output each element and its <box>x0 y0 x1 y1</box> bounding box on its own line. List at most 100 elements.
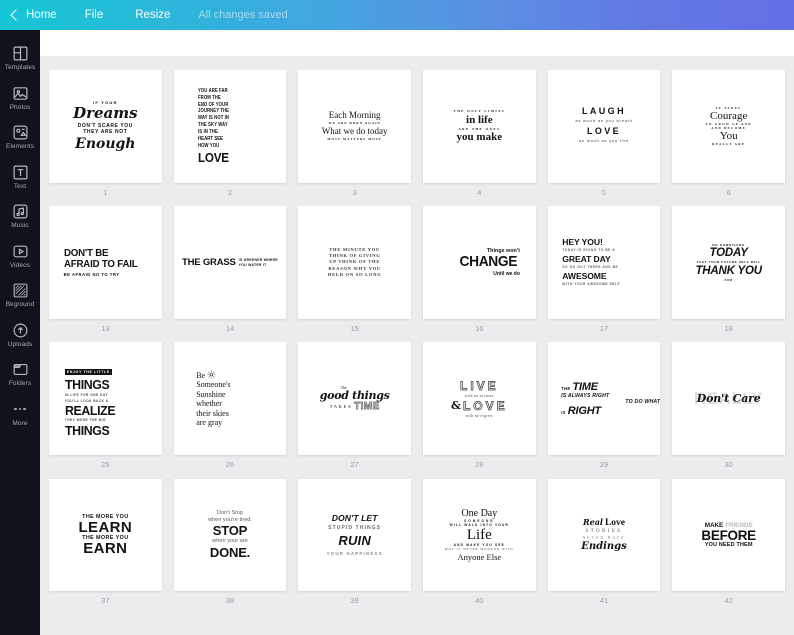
sidebar-item-elements[interactable]: Elements <box>0 117 40 157</box>
template-card[interactable]: The good things TAKES TIME <box>298 342 411 455</box>
list-item[interactable]: IF YOUR Dreams DON'T SCARE YOU THEY ARE … <box>49 70 162 206</box>
template-card[interactable]: HEY YOU! TODAY IS GOING TO BE A GREAT DA… <box>547 206 661 319</box>
list-item[interactable]: HEY YOU! TODAY IS GOING TO BE A GREAT DA… <box>547 206 661 342</box>
list-item[interactable]: REALLY Don't Care 30 <box>672 342 785 478</box>
quote-line: HEART SEE <box>198 135 224 142</box>
template-card[interactable]: Don't Stop when you're tired, STOP when … <box>173 478 287 592</box>
canva-editor-window: Home File Resize All changes saved Templ… <box>0 0 794 635</box>
template-card[interactable]: LIVE with no excuses & LOVE with no regr… <box>422 342 536 456</box>
template-number: 38 <box>225 596 235 606</box>
quote-line: HELD ON SO LONG <box>327 271 382 277</box>
sidebar-label: Music <box>11 222 29 229</box>
list-item[interactable]: THE MORE YOU LEARN THE MORE YOU EARN 37 <box>49 478 162 615</box>
quote-line: RUIN <box>338 533 371 549</box>
quote-line: One Day <box>461 507 498 519</box>
template-gallery[interactable]: IF YOUR Dreams DON'T SCARE YOU THEY ARE … <box>40 56 794 635</box>
list-item[interactable]: LIVE with no excuses & LOVE with no regr… <box>422 342 536 478</box>
sidebar-item-templates[interactable]: Templates <box>0 38 40 78</box>
file-menu-button[interactable]: File <box>69 9 120 21</box>
list-item[interactable]: THE MINUTE YOU THINK OF GIVING UP THINK … <box>298 206 411 342</box>
quote-line: NEVER HAVE <box>582 535 626 541</box>
sidebar-item-videos[interactable]: Videos <box>0 236 40 276</box>
list-item[interactable]: One Day SOMEONE WILL WALK INTO YOUR Life… <box>422 478 536 615</box>
list-item[interactable]: The good things TAKES TIME 27 <box>298 342 411 478</box>
template-card[interactable]: Be Someone's Sunshine whether their skie… <box>173 342 287 456</box>
template-number: 14 <box>225 323 235 333</box>
quote-line: LIVE <box>459 378 499 393</box>
template-card[interactable]: REALLY Don't Care <box>672 342 785 455</box>
quote-line: as much as you live <box>578 138 630 144</box>
chevron-left-icon <box>10 9 22 21</box>
template-grid: IF YOUR Dreams DON'T SCARE YOU THEY ARE … <box>40 70 794 615</box>
template-card[interactable]: One Day SOMEONE WILL WALK INTO YOUR Life… <box>422 478 536 592</box>
sidebar-label: Uploads <box>7 340 33 348</box>
quote-line: You <box>719 130 738 143</box>
quote-line: MOST MATTERS MOST <box>327 137 382 142</box>
template-card[interactable]: DO SOMETHING TODAY THAT YOUR FUTURE SELF… <box>672 206 785 319</box>
list-item[interactable]: MAKE FRIENDS BEFORE YOU NEED THEM 42 <box>672 478 785 615</box>
home-button[interactable]: Home <box>10 9 69 21</box>
template-card[interactable]: Real Love STORIES NEVER HAVE Endings <box>547 478 661 592</box>
quote-line: TAKES <box>329 403 353 409</box>
list-item[interactable]: LAUGH as much as you breath LOVE as much… <box>547 70 661 206</box>
template-card[interactable]: Things won't CHANGE Until we do <box>422 206 536 319</box>
template-card[interactable]: DON'T BE AFRAID TO FAIL BE AFRAID NO TO … <box>49 206 162 319</box>
quote-line: whether <box>196 399 222 409</box>
template-number: 17 <box>599 323 609 333</box>
sidebar-label: Templates <box>4 64 36 71</box>
quote-line: THINGS <box>64 422 110 438</box>
list-item[interactable]: Things won't CHANGE Until we do 16 <box>422 206 536 342</box>
list-item[interactable]: DON'T BE AFRAID TO FAIL BE AFRAID NO TO … <box>49 206 162 342</box>
template-card[interactable]: ENJOY THE LITTLE THINGS IN LIFE FOR ONE … <box>49 342 162 455</box>
sidebar-item-background[interactable]: Bkground <box>0 275 40 315</box>
quote-line: REALLY ARE <box>712 142 746 147</box>
template-card[interactable]: YOU ARE FAR FROM THE END OF YOUR JOURNEY… <box>173 70 287 183</box>
sidebar-label: Photos <box>9 103 31 111</box>
template-card[interactable]: MAKE FRIENDS BEFORE YOU NEED THEM <box>672 478 785 592</box>
template-card[interactable]: THE MORE YOU LEARN THE MORE YOU EARN <box>49 478 162 592</box>
template-card[interactable]: IT TAKES Courage TO GROW UP AND AND BECO… <box>672 70 785 183</box>
template-number: 6 <box>726 187 731 197</box>
template-card[interactable]: THE GRASS IS GREENER WHERE YOU WATER IT <box>173 206 287 319</box>
quote-line: TODAY IS GOING TO BE A <box>562 248 616 252</box>
quote-line: IS <box>561 409 566 415</box>
template-card[interactable]: THE MINUTE YOU THINK OF GIVING UP THINK … <box>298 206 411 319</box>
template-card[interactable]: IF YOUR Dreams DON'T SCARE YOU THEY ARE … <box>49 70 162 183</box>
sidebar-item-uploads[interactable]: Uploads <box>0 315 40 355</box>
list-item[interactable]: DO SOMETHING TODAY THAT YOUR FUTURE SELF… <box>672 206 785 342</box>
quote-line: IS GREENER WHERE <box>238 258 278 263</box>
quote-line: THEY ARE NOT <box>83 129 128 136</box>
template-card[interactable]: Each Morning WE ARE BORN AGAIN What we d… <box>298 70 411 183</box>
list-item[interactable]: Be Someone's Sunshine whether their skie… <box>173 342 287 478</box>
list-item[interactable]: IT TAKES Courage TO GROW UP AND AND BECO… <box>672 70 785 206</box>
quote-line: STORIES <box>585 529 623 535</box>
sidebar-item-more[interactable]: More <box>0 394 40 434</box>
template-number: 29 <box>599 460 609 470</box>
resize-button[interactable]: Resize <box>119 9 186 21</box>
quote-line: END OF YOUR <box>198 101 229 108</box>
sidebar-item-photos[interactable]: Photos <box>0 78 40 118</box>
quote-line: EARN <box>83 539 128 557</box>
list-item[interactable]: ENJOY THE LITTLE THINGS IN LIFE FOR ONE … <box>49 342 162 478</box>
list-item[interactable]: THE TIME IS ALWAYS RIGHT TO DO WHAT IS R… <box>547 342 661 478</box>
quote-line: Sunshine <box>196 389 226 399</box>
list-item[interactable]: Real Love STORIES NEVER HAVE Endings 41 <box>547 478 661 615</box>
list-item[interactable]: Each Morning WE ARE BORN AGAIN What we d… <box>298 70 411 206</box>
sidebar-item-music[interactable]: Music <box>0 196 40 236</box>
list-item[interactable]: Don't Stop when you're tired, STOP when … <box>173 478 287 615</box>
list-item[interactable]: THE ONLY LIMITS in life ARE THE ONES you… <box>422 70 536 206</box>
list-item[interactable]: YOU ARE FAR FROM THE END OF YOUR JOURNEY… <box>173 70 287 206</box>
quote-line: SO GO OUT THERE AND BE <box>562 265 619 269</box>
template-card[interactable]: THE TIME IS ALWAYS RIGHT TO DO WHAT IS R… <box>547 342 661 456</box>
sidebar-item-text[interactable]: Text <box>0 157 40 197</box>
template-card[interactable]: THE ONLY LIMITS in life ARE THE ONES you… <box>422 70 536 183</box>
sidebar-item-folders[interactable]: Folders <box>0 354 40 394</box>
template-card[interactable]: DON'T LET STUPID THINGS RUIN YOUR HAPPIN… <box>298 478 411 592</box>
list-item[interactable]: DON'T LET STUPID THINGS RUIN YOUR HAPPIN… <box>298 478 411 615</box>
quote-line: Don't Stop <box>217 509 243 516</box>
elements-icon <box>12 124 29 141</box>
quote-line: YOU WATER IT <box>238 262 267 267</box>
template-card[interactable]: LAUGH as much as you breath LOVE as much… <box>547 70 661 183</box>
sidebar-label: Text <box>13 182 27 190</box>
list-item[interactable]: THE GRASS IS GREENER WHERE YOU WATER IT … <box>173 206 287 342</box>
